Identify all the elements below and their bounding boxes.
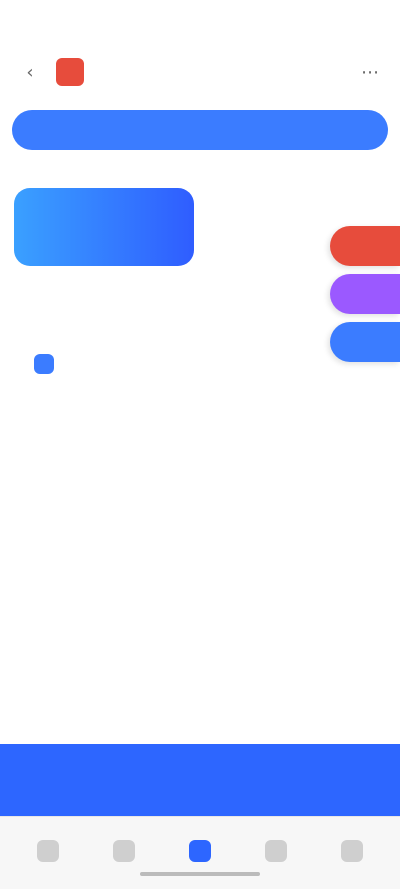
more-icon: ⋯ [361,61,379,83]
more-button[interactable]: ⋯ [354,56,386,88]
tab-4-icon [265,840,287,862]
feature-card[interactable] [14,188,194,266]
tab-5[interactable] [318,840,386,866]
status-bar [0,0,400,40]
back-button[interactable]: ‹ [14,56,46,88]
side-tab-1[interactable] [330,226,400,266]
tab-2[interactable] [90,840,158,866]
info-badge [34,354,54,374]
tab-4[interactable] [242,840,310,866]
tab-2-icon [113,840,135,862]
content-area [0,292,400,742]
tab-3-icon [189,840,211,862]
app-logo [56,58,84,86]
top-action-pill[interactable] [12,110,388,150]
tab-3[interactable] [166,840,234,866]
tab-1[interactable] [14,840,82,866]
tab-5-icon [341,840,363,862]
back-icon: ‹ [26,61,34,83]
tab-1-icon [37,840,59,862]
bottom-tab-bar [0,816,400,889]
highlight-row [24,354,54,374]
home-indicator [140,872,260,876]
app-header: ‹ ⋯ [0,44,400,100]
primary-action-bar[interactable] [0,744,400,816]
